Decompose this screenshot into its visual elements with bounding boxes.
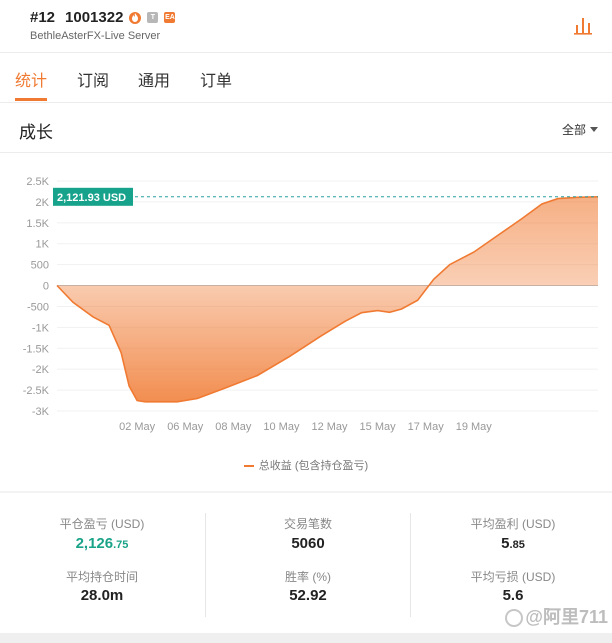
avg-hold-time-value: 28.0m [80, 587, 124, 604]
avg-loss-value: 5.6 [502, 587, 524, 604]
account-id: 1001322 [65, 9, 124, 26]
avg-loss-label: 平均亏损 (USD) [470, 570, 556, 584]
section-title: 成长 [19, 123, 53, 142]
rank-label: #12 [30, 9, 56, 26]
growth-section-header: 成长 全部 [0, 103, 612, 153]
y-tick-label: -2K [32, 364, 50, 376]
flame-icon [129, 11, 142, 24]
closed-pnl-value: 2,126.75 [75, 535, 129, 552]
current-value-tag: 2,121.93 USD [53, 187, 133, 206]
avg-profit-label: 平均盈利 (USD) [470, 517, 556, 531]
t-badge: T [147, 12, 159, 23]
x-tick-label: 02 May [119, 421, 156, 433]
growth-chart: 2.5K 2K 1.5K 1K 500 0 -500 -1K -1.5K -2K -2.5K -3K … [0, 153, 612, 491]
legend-swatch [243, 465, 254, 468]
x-tick-label: 10 May [263, 421, 300, 433]
trade-count-label: 交易笔数 [283, 517, 332, 531]
watermark: @阿里711 [505, 603, 608, 629]
y-tick-label: 1.5K [26, 218, 49, 230]
y-tick-label: -500 [27, 301, 49, 313]
x-tick-label: 19 May [456, 421, 493, 433]
avg-profit-value: 5.85 [501, 535, 525, 552]
y-tick-label: 0 [43, 281, 49, 293]
stats-col-1: 平仓盈亏 (USD) 2,126.75 平均持仓时间 28.0m [0, 493, 204, 633]
win-rate-label: 胜率 (%) [285, 570, 331, 584]
filter-label: 全部 [561, 123, 586, 137]
avg-hold-time-label: 平均持仓时间 [65, 570, 138, 584]
closed-pnl-label: 平仓盈亏 (USD) [59, 517, 145, 531]
x-tick-label: 12 May [311, 421, 348, 433]
range-filter-dropdown[interactable]: 全部 [562, 121, 598, 138]
tab-orders[interactable]: 订单 [200, 67, 232, 91]
growth-chart-svg: 2.5K2K1.5K1K5000-500-1K-1.5K-2K-2.5K-3K … [23, 176, 599, 433]
tab-statistics[interactable]: 统计 [15, 67, 47, 91]
x-tick-label: 08 May [215, 421, 252, 433]
y-tick-label: 500 [31, 260, 49, 272]
active-tab-indicator [15, 98, 47, 101]
bar-chart-icon[interactable] [572, 15, 594, 37]
win-rate-value: 52.92 [289, 587, 327, 604]
y-tick-label: -2.5K [23, 385, 50, 397]
trade-count-value: 5060 [291, 535, 325, 552]
title-row: #12 1001322 T EA [30, 9, 176, 26]
x-tick-label: 06 May [167, 421, 204, 433]
chart-legend[interactable]: 总收益 (包含持仓盈亏) [0, 457, 612, 473]
tab-subscribe[interactable]: 订阅 [77, 67, 109, 91]
ea-badge: EA [164, 12, 176, 23]
current-value-label: 2,121.93 USD [57, 192, 126, 204]
tab-bar: 统计 订阅 通用 订单 [0, 53, 612, 103]
x-tick-label: 15 May [360, 421, 397, 433]
legend-label: 总收益 (包含持仓盈亏) [258, 460, 369, 472]
footer-strip [0, 633, 612, 643]
caret-down-icon [590, 127, 598, 132]
y-tick-label: -1.5K [23, 343, 50, 355]
y-tick-label: -1K [32, 322, 50, 334]
y-tick-label: -3K [32, 406, 50, 418]
y-tick-label: 1K [36, 239, 50, 251]
y-tick-label: 2.5K [26, 176, 49, 188]
account-header: #12 1001322 T EA BethleAsterFX-Live Serv… [0, 0, 612, 53]
tab-general[interactable]: 通用 [138, 67, 170, 91]
server-name: BethleAsterFX-Live Server [30, 30, 161, 42]
x-tick-label: 17 May [408, 421, 445, 433]
y-tick-label: 2K [36, 197, 50, 209]
stats-col-2: 交易笔数 5060 胜率 (%) 52.92 [206, 493, 410, 633]
stats-panel: 平仓盈亏 (USD) 2,126.75 平均持仓时间 28.0m 交易笔数 50… [0, 493, 612, 633]
watermark-logo-icon [505, 609, 524, 628]
